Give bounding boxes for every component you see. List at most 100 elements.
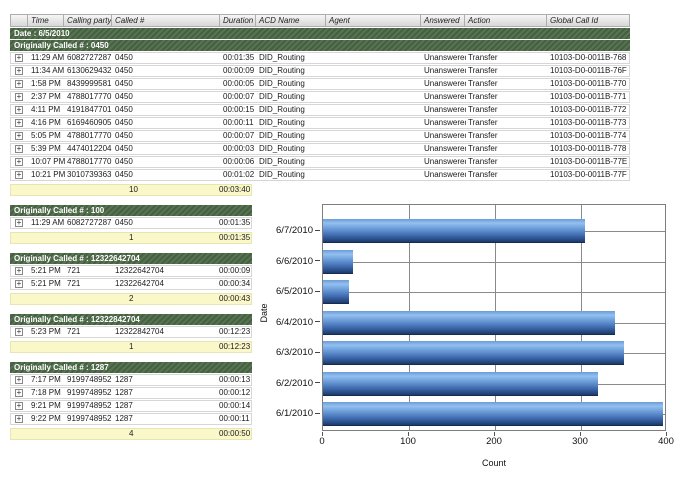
cell-calling: 4788017770	[65, 131, 113, 141]
cell-action: Transfer	[466, 118, 548, 128]
cell-calling: 4191847701	[65, 105, 113, 115]
column-header-called: Called #	[112, 14, 220, 27]
summary-call-count: 4	[113, 429, 217, 439]
cell-calling: 6130629432	[65, 66, 113, 76]
column-header-acd-name: ACD Name	[256, 14, 326, 27]
cell-answered: Unanswered	[422, 105, 466, 115]
expand-row-icon[interactable]: +	[15, 328, 23, 336]
expand-row-icon[interactable]: +	[15, 67, 23, 75]
cell-answered: Unanswered	[422, 79, 466, 89]
call-row: +5:23 PM7211232284270400:12:23	[10, 326, 252, 338]
call-row: +10:07 PM4788017770045000:00:06DID_Routi…	[10, 156, 630, 168]
cell-answered: Unanswered	[422, 131, 466, 141]
expand-row-icon[interactable]: +	[15, 402, 23, 410]
cell-duration: 00:00:14	[217, 401, 253, 411]
group-summary-row: 400:00:50	[10, 428, 252, 440]
expand-row-icon[interactable]: +	[15, 219, 23, 227]
expand-row-icon[interactable]: +	[15, 171, 23, 179]
cell-action: Transfer	[466, 144, 548, 154]
cell-calling: 721	[65, 279, 113, 289]
cell-acd: DID_Routing	[257, 53, 327, 63]
bar-6-3-2010	[323, 341, 624, 365]
call-row: +9:22 PM9199748952128700:00:11	[10, 413, 252, 425]
summary-total-duration: 00:12:23	[217, 342, 253, 352]
call-report-screen: TimeCalling party #Called #DurationACD N…	[0, 0, 676, 485]
column-header-calling-party: Calling party #	[64, 14, 112, 27]
y-tick-label: 6/2/2010	[276, 378, 320, 389]
group-summary-row: 1000:03:40	[10, 184, 252, 196]
group-summary-row: 100:12:23	[10, 341, 252, 353]
expand-row-icon[interactable]: +	[15, 106, 23, 114]
expand-row-icon[interactable]: +	[15, 93, 23, 101]
call-row: +10:21 PM3010739363045000:01:02DID_Routi…	[10, 169, 630, 181]
call-row: +5:21 PM7211232264270400:00:09	[10, 265, 252, 277]
expand-row-icon[interactable]: +	[15, 267, 23, 275]
cell-acd: DID_Routing	[257, 79, 327, 89]
expand-cell: +	[11, 105, 29, 115]
cell-answered: Unanswered	[422, 118, 466, 128]
cell-time: 11:29 AM	[29, 218, 65, 228]
calls-per-date-chart: Date 6/7/20106/6/20106/5/20106/4/20106/3…	[258, 196, 676, 485]
cell-duration: 00:00:07	[221, 92, 257, 102]
call-row: +2:37 PM4788017770045000:00:07DID_Routin…	[10, 91, 630, 103]
cell-acd: DID_Routing	[257, 157, 327, 167]
cell-called: 0450	[113, 66, 221, 76]
summary-total-duration: 00:00:50	[217, 429, 253, 439]
cell-calling: 3010739363	[65, 170, 113, 180]
y-tick-label: 6/3/2010	[276, 347, 320, 358]
group-summary-row: 200:00:43	[10, 293, 252, 305]
expand-row-icon[interactable]: +	[15, 132, 23, 140]
cell-global-id: 10103-D0-0011B-768	[548, 53, 631, 63]
x-axis-tick	[580, 432, 581, 436]
expand-row-icon[interactable]: +	[15, 376, 23, 384]
cell-global-id: 10103-D0-0011B-773	[548, 118, 631, 128]
cell-calling: 4788017770	[65, 92, 113, 102]
group-header-band: Originally Called # : 0450	[10, 40, 630, 51]
cell-duration: 00:00:09	[221, 66, 257, 76]
group-header-band: Originally Called # : 100	[10, 205, 252, 216]
cell-answered: Unanswered	[422, 92, 466, 102]
cell-called: 0450	[113, 218, 217, 228]
expand-row-icon[interactable]: +	[15, 80, 23, 88]
expand-row-icon[interactable]: +	[15, 389, 23, 397]
expand-cell: +	[11, 157, 29, 167]
cell-time: 7:17 PM	[29, 375, 65, 385]
cell-duration: 00:01:35	[217, 218, 253, 228]
cell-time: 9:22 PM	[29, 414, 65, 424]
cell-called: 0450	[113, 131, 221, 141]
cell-answered: Unanswered	[422, 170, 466, 180]
cell-acd: DID_Routing	[257, 118, 327, 128]
cell-called: 0450	[113, 157, 221, 167]
cell-duration: 00:00:12	[217, 388, 253, 398]
expand-cell: +	[11, 131, 29, 141]
call-row: +5:21 PM7211232264270400:00:34	[10, 278, 252, 290]
x-tick-label: 100	[388, 436, 428, 447]
x-tick-label: 200	[474, 436, 514, 447]
cell-action: Transfer	[466, 170, 548, 180]
expand-cell: +	[11, 279, 29, 289]
call-row: +9:21 PM9199748952128700:00:14	[10, 400, 252, 412]
y-tick-label: 6/6/2010	[276, 256, 320, 267]
expand-row-icon[interactable]: +	[15, 415, 23, 423]
horizontal-gridline	[323, 292, 665, 293]
cell-calling: 9199748952	[65, 401, 113, 411]
y-tick-label: 6/7/2010	[276, 225, 320, 236]
expand-row-icon[interactable]: +	[15, 54, 23, 62]
expand-row-icon[interactable]: +	[15, 119, 23, 127]
call-group: Originally Called # : 1287+7:17 PM919974…	[10, 362, 252, 440]
cell-called: 0450	[113, 118, 221, 128]
expand-row-icon[interactable]: +	[15, 145, 23, 153]
expand-row-icon[interactable]: +	[15, 280, 23, 288]
x-axis-tick	[494, 432, 495, 436]
cell-global-id: 10103-D0-0011B-772	[548, 105, 631, 115]
call-row: +7:17 PM9199748952128700:00:13	[10, 374, 252, 386]
cell-calling: 721	[65, 266, 113, 276]
y-tick-label: 6/4/2010	[276, 317, 320, 328]
cell-time: 7:18 PM	[29, 388, 65, 398]
expand-row-icon[interactable]: +	[15, 158, 23, 166]
cell-called: 1287	[113, 388, 217, 398]
cell-time: 11:34 AM	[29, 66, 65, 76]
cell-global-id: 10103-D0-0011B-77F	[548, 170, 631, 180]
bar-6-4-2010	[323, 311, 615, 335]
cell-duration: 00:00:15	[221, 105, 257, 115]
